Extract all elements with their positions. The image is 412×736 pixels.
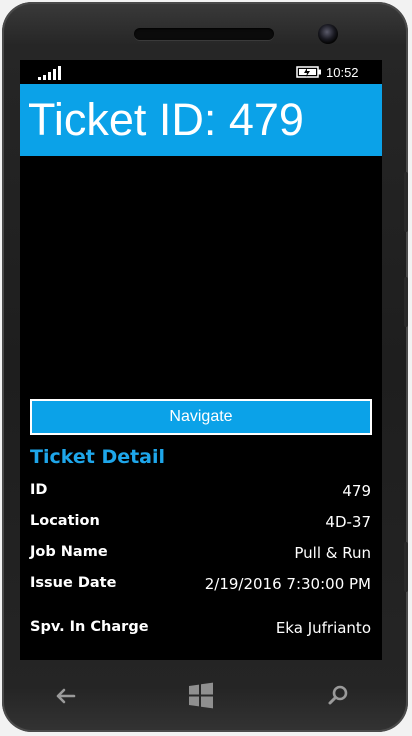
detail-value: Eka Jufrianto bbox=[275, 619, 371, 637]
search-icon[interactable] bbox=[318, 678, 358, 714]
navigate-button[interactable]: Navigate bbox=[30, 399, 372, 435]
signal-strength-icon bbox=[38, 66, 62, 80]
earpiece-speaker bbox=[134, 28, 274, 40]
front-camera bbox=[318, 24, 338, 44]
detail-row-spv-in-charge: Spv. In Charge Eka Jufrianto bbox=[30, 619, 371, 641]
status-clock: 10:52 bbox=[326, 65, 359, 80]
camera-button bbox=[404, 542, 408, 592]
detail-row-issue-date: Issue Date 2/19/2016 7:30:00 PM bbox=[30, 575, 371, 597]
hardware-navigation-bar bbox=[20, 666, 382, 726]
detail-label: Spv. In Charge bbox=[30, 619, 149, 635]
status-bar: 10:52 bbox=[20, 60, 382, 84]
detail-label: Job Name bbox=[30, 544, 108, 560]
detail-row-location: Location 4D-37 bbox=[30, 513, 371, 535]
detail-value: 2/19/2016 7:30:00 PM bbox=[204, 575, 371, 593]
windows-start-icon[interactable] bbox=[181, 678, 221, 714]
volume-button bbox=[404, 172, 408, 232]
detail-label: ID bbox=[30, 482, 48, 498]
detail-row-job-name: Job Name Pull & Run bbox=[30, 544, 371, 566]
battery-charging-icon bbox=[296, 66, 321, 78]
section-title: Ticket Detail bbox=[30, 446, 166, 468]
page-title: Ticket ID: 479 bbox=[28, 94, 304, 145]
detail-value: 479 bbox=[342, 482, 371, 500]
back-arrow-icon[interactable] bbox=[46, 678, 86, 714]
detail-value: Pull & Run bbox=[294, 544, 371, 562]
detail-label: Location bbox=[30, 513, 100, 529]
detail-label: Issue Date bbox=[30, 575, 117, 591]
app-header: Ticket ID: 479 bbox=[20, 84, 382, 156]
detail-row-id: ID 479 bbox=[30, 482, 371, 504]
phone-frame: 10:52 Ticket ID: 479 Navigate Ticket Det… bbox=[2, 2, 408, 732]
power-button bbox=[404, 277, 408, 327]
screen: 10:52 Ticket ID: 479 Navigate Ticket Det… bbox=[20, 60, 382, 660]
detail-value: 4D-37 bbox=[325, 513, 371, 531]
